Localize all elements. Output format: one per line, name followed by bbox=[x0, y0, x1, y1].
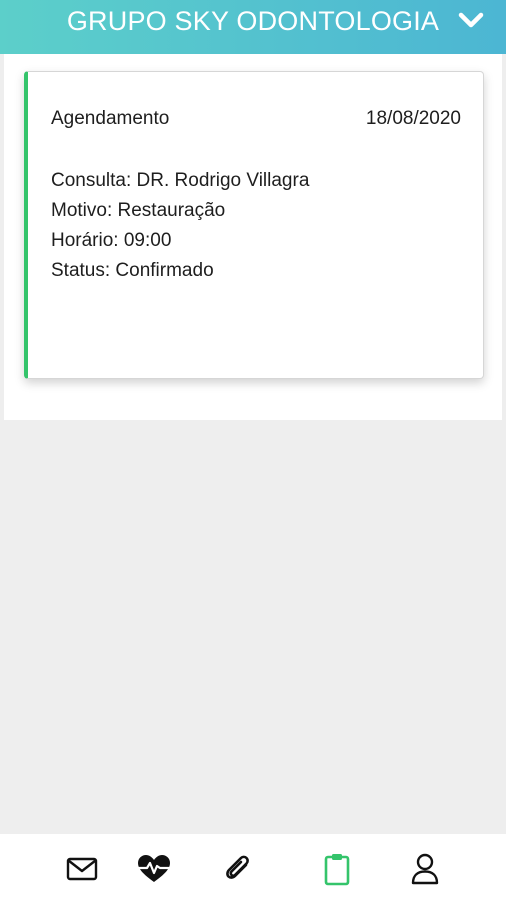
heartbeat-icon bbox=[137, 855, 171, 882]
clipboard-icon bbox=[324, 854, 350, 886]
appointment-horario: Horário: 09:00 bbox=[51, 230, 172, 251]
app-header: GRUPO SKY ODONTOLOGIA bbox=[0, 0, 506, 54]
chevron-down-icon[interactable] bbox=[458, 9, 484, 31]
nav-attachments-button[interactable] bbox=[220, 851, 256, 887]
nav-mail-button[interactable] bbox=[64, 851, 100, 887]
nav-profile-button[interactable] bbox=[407, 851, 443, 887]
appointment-type: Agendamento bbox=[51, 108, 170, 129]
appointment-consulta: Consulta: DR. Rodrigo Villagra bbox=[51, 170, 310, 191]
appointment-status: Status: Confirmado bbox=[51, 260, 214, 281]
mail-icon bbox=[66, 857, 98, 881]
appointment-date: 18/08/2020 bbox=[365, 108, 461, 129]
appointment-motivo: Motivo: Restauração bbox=[51, 200, 226, 221]
nav-appointments-button[interactable] bbox=[319, 851, 355, 887]
bottom-navigation bbox=[0, 834, 506, 900]
appointments-panel: Agendamento 18/08/2020 Consulta: DR. Rod… bbox=[4, 54, 502, 420]
nav-health-button[interactable] bbox=[136, 851, 172, 887]
user-icon bbox=[411, 853, 439, 885]
appointment-card[interactable]: Agendamento 18/08/2020 Consulta: DR. Rod… bbox=[24, 71, 484, 379]
paperclip-icon bbox=[226, 855, 249, 879]
appointment-details: Consulta: DR. Rodrigo Villagra Motivo: R… bbox=[51, 166, 309, 286]
header-title: GRUPO SKY ODONTOLOGIA bbox=[66, 6, 440, 36]
